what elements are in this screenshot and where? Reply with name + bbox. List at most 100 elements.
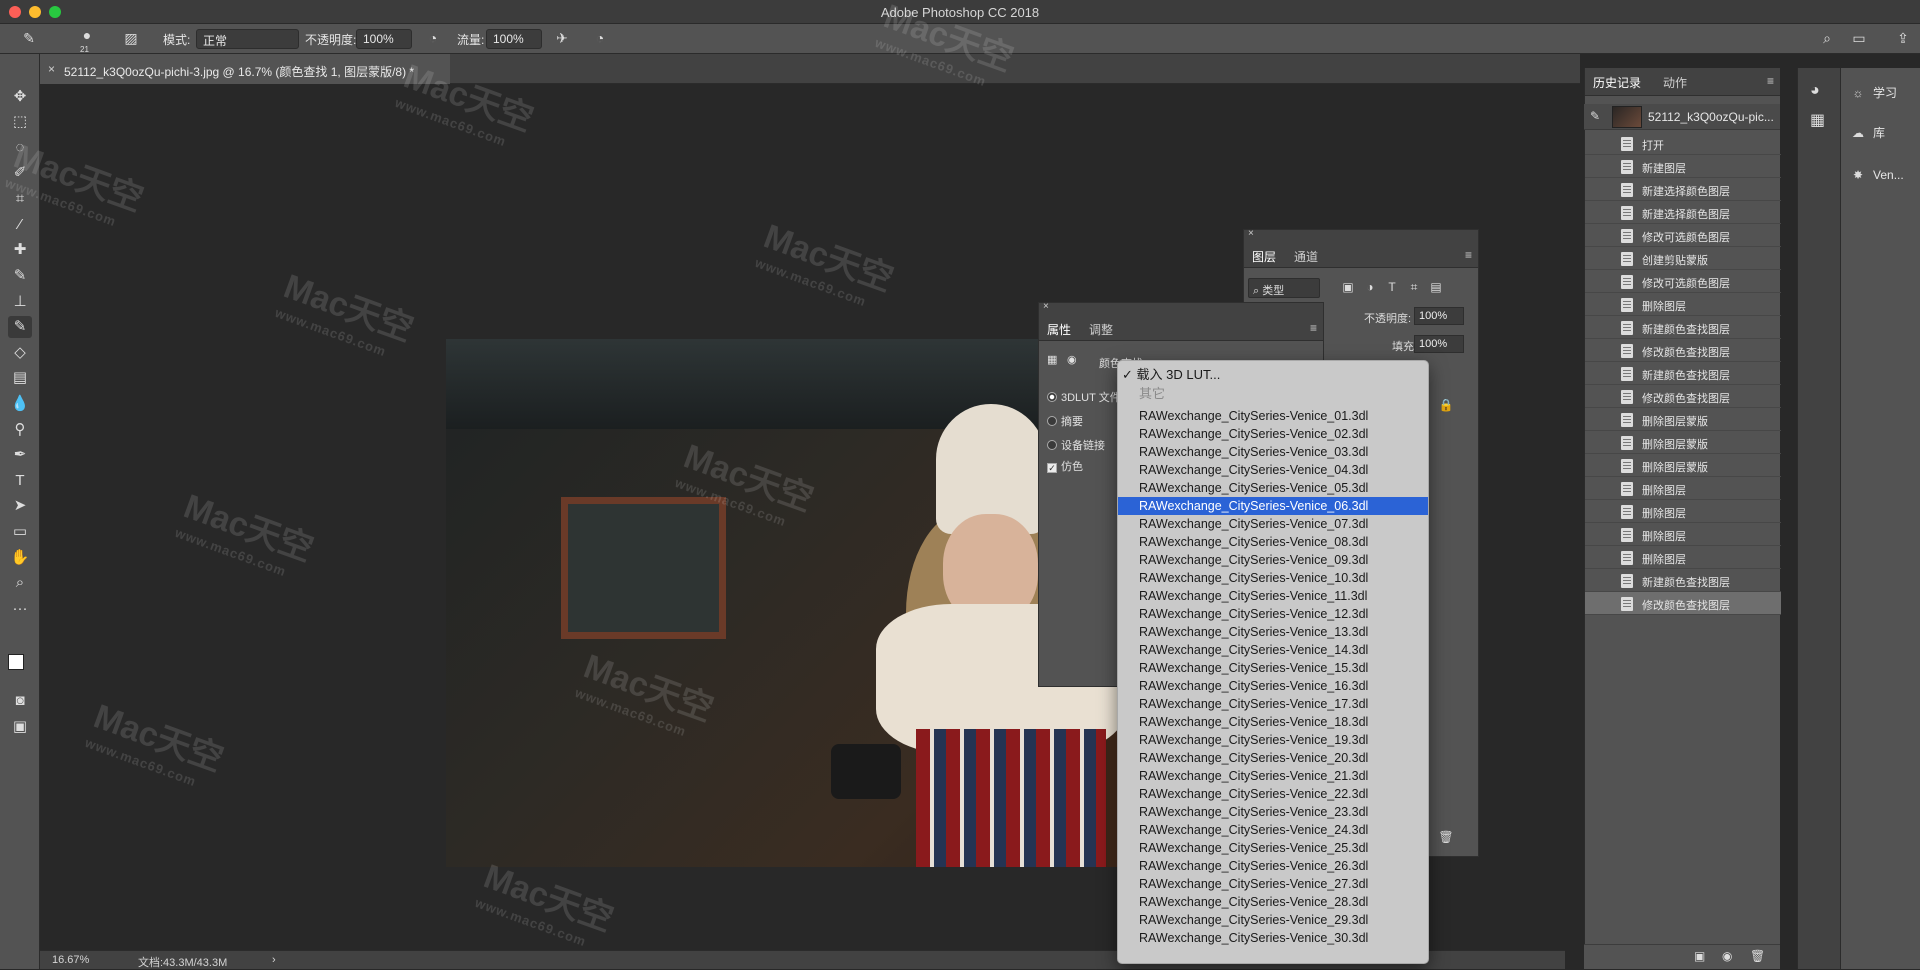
panel-menu-icon[interactable]: ≡ [1465,248,1472,262]
abstract-option[interactable]: 摘要 [1047,413,1083,429]
delete-layer-icon[interactable]: 🗑 [1438,830,1454,846]
move-tool-icon[interactable]: ✥ [8,86,32,108]
layer-opacity-field[interactable]: 100% [1414,307,1464,325]
healing-tool-icon[interactable]: ✚ [8,239,32,261]
quick-mask-icon[interactable]: ◙ [8,690,32,712]
crop-tool-icon[interactable]: ⌗ [8,188,32,210]
brush-tool-icon[interactable]: ✎ [8,265,32,287]
shape-tool-icon[interactable]: ▭ [8,521,32,543]
lut-item[interactable]: RAWexchange_CitySeries-Venice_01.3dl [1118,407,1428,425]
device-link-option[interactable]: 设备链接 [1047,437,1105,453]
airbrush-icon[interactable]: ✈ [553,30,571,48]
pixel-filter-icon[interactable]: ▣ [1340,280,1356,296]
history-state[interactable]: 删除图层 [1585,477,1781,500]
lut-item[interactable]: RAWexchange_CitySeries-Venice_04.3dl [1118,461,1428,479]
type-tool-icon[interactable]: T [8,470,32,492]
stamp-tool-icon[interactable]: ⊥ [8,291,32,313]
lut-item[interactable]: RAWexchange_CitySeries-Venice_06.3dl [1118,497,1428,515]
history-state[interactable]: 删除图层 [1585,293,1781,316]
dodge-tool-icon[interactable]: ⚲ [8,419,32,441]
snapshot-camera-icon[interactable]: ◉ [1722,949,1732,963]
type-filter-icon[interactable]: T [1384,280,1400,296]
history-state[interactable]: 修改颜色查找图层 [1585,592,1781,615]
lut-item[interactable]: RAWexchange_CitySeries-Venice_09.3dl [1118,551,1428,569]
lut-item[interactable]: RAWexchange_CitySeries-Venice_19.3dl [1118,731,1428,749]
history-brush-tool-icon[interactable]: ✎ [8,316,32,338]
more-tools-icon[interactable]: ··· [8,598,32,620]
lut-item[interactable]: RAWexchange_CitySeries-Venice_26.3dl [1118,857,1428,875]
lut-item[interactable]: RAWexchange_CitySeries-Venice_22.3dl [1118,785,1428,803]
tab-adjustments[interactable]: 调整 [1089,321,1113,338]
history-state[interactable]: 创建剪贴蒙版 [1585,247,1781,270]
library-panel-button[interactable]: ☁ 库 [1849,124,1920,146]
tab-channels[interactable]: 通道 [1294,248,1318,265]
lut-item[interactable]: RAWexchange_CitySeries-Venice_25.3dl [1118,839,1428,857]
lut-item[interactable]: RAWexchange_CitySeries-Venice_12.3dl [1118,605,1428,623]
panel-menu-icon[interactable]: ≡ [1310,321,1317,335]
history-state[interactable]: 删除图层 [1585,546,1781,569]
tab-actions[interactable]: 动作 [1663,74,1687,91]
lut-item[interactable]: RAWexchange_CitySeries-Venice_13.3dl [1118,623,1428,641]
eraser-tool-icon[interactable]: ◇ [8,342,32,364]
color-palette-icon[interactable]: ◕ [1810,82,1820,100]
lut-dropdown-menu[interactable]: ✓ 载入 3D LUT... 其它 RAWexchange_CitySeries… [1117,360,1429,964]
history-state[interactable]: 修改颜色查找图层 [1585,339,1781,362]
close-panel-icon[interactable]: × [1043,301,1049,312]
zoom-level[interactable]: 16.67% [52,954,89,966]
zoom-tool-icon[interactable]: ⌕ [8,572,32,594]
delete-state-icon[interactable]: 🗑 [1750,949,1765,963]
lut-item[interactable]: RAWexchange_CitySeries-Venice_29.3dl [1118,911,1428,929]
mode-select[interactable]: 正常 [196,29,299,49]
history-snapshot[interactable]: ✎ 52112_k3Q0ozQu-pic... [1584,104,1780,130]
history-brush-source-icon[interactable]: ✎ [1590,109,1600,123]
history-state[interactable]: 删除图层蒙版 [1585,408,1781,431]
lut-item[interactable]: RAWexchange_CitySeries-Venice_05.3dl [1118,479,1428,497]
history-state[interactable]: 修改可选颜色图层 [1585,224,1781,247]
adjustment-filter-icon[interactable]: ◑ [1362,280,1378,296]
workspace-icon[interactable]: ▭ [1850,30,1868,48]
blur-tool-icon[interactable]: 💧 [8,393,32,415]
pressure-opacity-icon[interactable]: ◔ [424,30,442,48]
close-tab-icon[interactable]: × [48,62,55,76]
lasso-tool-icon[interactable]: ◌ [8,137,32,159]
lut-item[interactable]: RAWexchange_CitySeries-Venice_18.3dl [1118,713,1428,731]
lut-item[interactable]: RAWexchange_CitySeries-Venice_14.3dl [1118,641,1428,659]
opacity-field[interactable]: 100% [356,29,412,49]
panel-menu-icon[interactable]: ≡ [1767,74,1774,88]
lut-item[interactable]: RAWexchange_CitySeries-Venice_28.3dl [1118,893,1428,911]
history-state[interactable]: 新建图层 [1585,155,1781,178]
search-icon[interactable]: ⌕ [1818,30,1836,48]
share-icon[interactable]: ⇪ [1894,30,1912,48]
pressure-size-icon[interactable]: ◔ [591,30,609,48]
history-state[interactable]: 新建颜色查找图层 [1585,362,1781,385]
document-tab[interactable]: × 52112_k3Q0ozQu-pichi-3.jpg @ 16.7% (颜色… [40,54,450,84]
brush-preset-icon[interactable]: ● [78,27,96,45]
screen-mode-icon[interactable]: ▣ [8,716,32,738]
lut-item[interactable]: RAWexchange_CitySeries-Venice_30.3dl [1118,929,1428,947]
new-document-from-state-icon[interactable]: ▣ [1694,949,1705,963]
lut-item[interactable]: RAWexchange_CitySeries-Venice_16.3dl [1118,677,1428,695]
history-state[interactable]: 删除图层蒙版 [1585,431,1781,454]
lut-item[interactable]: RAWexchange_CitySeries-Venice_24.3dl [1118,821,1428,839]
lut-item[interactable]: RAWexchange_CitySeries-Venice_10.3dl [1118,569,1428,587]
brush-panel-icon[interactable]: ▨ [122,30,140,48]
grid-icon[interactable]: ▦ [1810,110,1825,130]
path-select-tool-icon[interactable]: ➤ [8,495,32,517]
lut-item[interactable]: RAWexchange_CitySeries-Venice_15.3dl [1118,659,1428,677]
tab-layers[interactable]: 图层 [1252,248,1276,265]
history-state[interactable]: 新建颜色查找图层 [1585,569,1781,592]
dither-checkbox[interactable]: ✓ 仿色 [1047,458,1083,474]
ven-panel-button[interactable]: ✸ Ven... [1849,168,1920,190]
tab-properties[interactable]: 属性 [1047,321,1071,338]
pen-tool-icon[interactable]: ✒ [8,444,32,466]
marquee-tool-icon[interactable]: ⬚ [8,111,32,133]
history-state[interactable]: 修改可选颜色图层 [1585,270,1781,293]
lut-item[interactable]: RAWexchange_CitySeries-Venice_27.3dl [1118,875,1428,893]
lut-item[interactable]: RAWexchange_CitySeries-Venice_21.3dl [1118,767,1428,785]
history-state[interactable]: 打开 [1585,132,1781,155]
lut-item[interactable]: RAWexchange_CitySeries-Venice_11.3dl [1118,587,1428,605]
history-state[interactable]: 删除图层蒙版 [1585,454,1781,477]
foreground-color-swatch[interactable] [8,654,24,670]
eyedropper-tool-icon[interactable]: ⁄ [8,214,32,236]
fill-field[interactable]: 100% [1414,335,1464,353]
